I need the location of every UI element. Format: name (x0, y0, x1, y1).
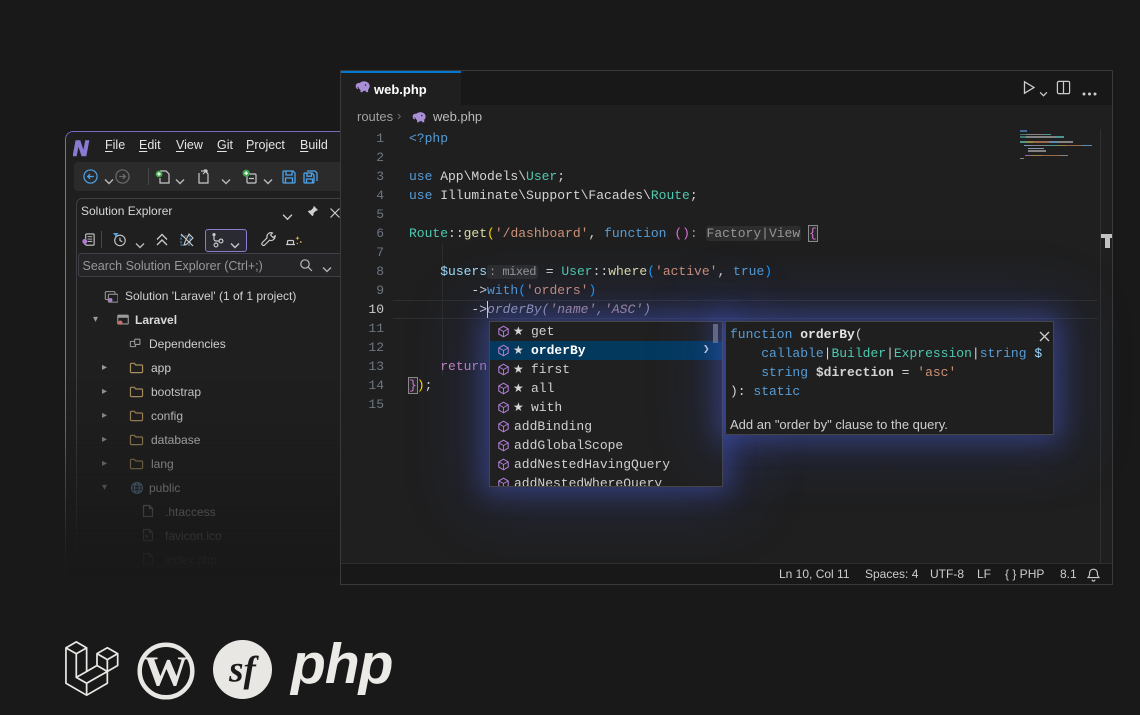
svg-text:sf: sf (228, 650, 259, 691)
svg-text:N: N (73, 139, 89, 159)
svg-text:W: W (144, 650, 188, 696)
